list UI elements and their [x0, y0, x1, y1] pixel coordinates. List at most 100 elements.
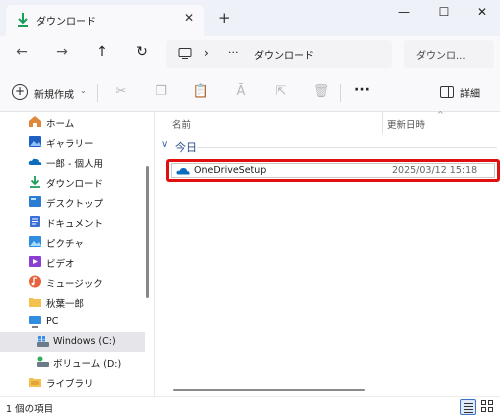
- sidebar-item-label: ボリューム (D:): [53, 359, 122, 370]
- sidebar-item-desktop[interactable]: デスクトップ: [0, 192, 145, 212]
- sidebar-item-label: ドキュメント: [46, 219, 104, 230]
- music-icon: [29, 275, 41, 288]
- address-bar[interactable]: › ··· ダウンロード: [166, 40, 392, 68]
- refresh-button[interactable]: ↻: [132, 44, 152, 64]
- minimize-button[interactable]: —: [392, 5, 416, 25]
- title-bar: ダウンロード ✕ + — ☐ ✕: [0, 0, 500, 36]
- file-row-highlight: OneDriveSetup 2025/03/12 15:18: [166, 159, 500, 182]
- file-modified-date: 2025/03/12 15:18: [392, 165, 478, 176]
- pc-icon: [178, 48, 192, 59]
- forward-button[interactable]: →: [52, 44, 72, 64]
- sidebar-item-label: ギャラリー: [46, 139, 94, 150]
- sidebar-item-home[interactable]: ホーム: [0, 112, 145, 132]
- details-view-button[interactable]: [460, 399, 476, 415]
- sidebar-item-drive-d[interactable]: ボリューム (D:): [0, 352, 145, 372]
- onedrive-icon: [176, 167, 190, 175]
- sidebar-item-documents[interactable]: ドキュメント: [0, 212, 145, 232]
- sidebar-item-label: ライブラリ: [46, 379, 94, 390]
- list-line: [464, 406, 473, 407]
- tile-box: [488, 400, 493, 405]
- sort-caret-icon: ^: [437, 110, 444, 119]
- sidebar-item-pictures[interactable]: ピクチャ: [0, 232, 145, 252]
- sidebar-item-label: 秋葉一郎: [46, 299, 85, 310]
- sidebar-item-downloads[interactable]: ダウンロード: [0, 172, 145, 192]
- details-pane-icon: [440, 86, 454, 98]
- group-divider: [197, 147, 497, 148]
- sidebar-item-label: ミュージック: [46, 279, 103, 290]
- navigation-bar: ← → ↑ ↻ › ··· ダウンロード ダウンロ...: [0, 36, 500, 72]
- download-icon: [30, 176, 40, 188]
- breadcrumb-more-button[interactable]: ···: [228, 46, 239, 59]
- sidebar-item-music[interactable]: ミュージック: [0, 272, 145, 292]
- breadcrumb-current[interactable]: ダウンロード: [254, 47, 314, 62]
- back-button[interactable]: ←: [12, 44, 32, 64]
- more-options-button[interactable]: ···: [354, 82, 370, 98]
- toolbar-divider: [340, 84, 341, 102]
- list-line: [464, 409, 473, 410]
- paste-icon[interactable]: 📋: [192, 84, 210, 102]
- home-icon: [29, 116, 41, 127]
- horizontal-scrollbar[interactable]: [173, 389, 365, 391]
- rename-icon[interactable]: Ā: [232, 84, 250, 102]
- documents-icon: [30, 216, 40, 227]
- sidebar-scrollbar[interactable]: [146, 112, 149, 396]
- videos-icon: [29, 256, 41, 267]
- tile-box: [481, 407, 486, 412]
- delete-icon[interactable]: 🗑: [312, 84, 330, 102]
- pictures-icon: [29, 236, 41, 247]
- file-name: OneDriveSetup: [194, 165, 267, 176]
- sidebar-item-videos[interactable]: ビデオ: [0, 252, 145, 272]
- pc-icon: [29, 316, 41, 328]
- sidebar-item-pc[interactable]: PC: [0, 312, 145, 332]
- sidebar-item-label: ピクチャ: [46, 239, 84, 250]
- list-line: [464, 403, 473, 404]
- column-header-name[interactable]: 名前: [172, 117, 191, 131]
- sidebar-item-user-folder[interactable]: 秋葉一郎: [0, 292, 145, 312]
- plus-icon: +: [12, 84, 28, 100]
- details-label: 詳細: [460, 89, 480, 100]
- column-header-modified[interactable]: 更新日時: [387, 117, 425, 131]
- tab-title: ダウンロード: [36, 17, 96, 28]
- toolbar-divider: [97, 84, 98, 102]
- up-button[interactable]: ↑: [92, 44, 112, 64]
- tile-box: [488, 407, 493, 412]
- search-box[interactable]: ダウンロ...: [404, 40, 494, 68]
- sidebar-scrollbar-thumb[interactable]: [146, 166, 149, 298]
- sidebar-item-label: ビデオ: [46, 259, 75, 270]
- list-line: [464, 412, 473, 413]
- sidebar-item-label: 一郎 - 個人用: [46, 159, 103, 170]
- sidebar-item-label: デスクトップ: [46, 199, 104, 210]
- search-input[interactable]: ダウンロ...: [416, 47, 466, 62]
- new-tab-button[interactable]: +: [218, 9, 231, 27]
- tile-box: [481, 400, 486, 405]
- tiles-view-button[interactable]: [481, 400, 495, 414]
- gallery-icon: [29, 136, 41, 147]
- navigation-pane: ホーム ギャラリー 一郎 - 個人用 ダウンロード デスクトップ ドキュメント …: [0, 112, 150, 396]
- file-row[interactable]: OneDriveSetup 2025/03/12 15:18: [171, 163, 495, 178]
- tab-downloads[interactable]: ダウンロード ✕: [6, 5, 204, 36]
- folder-icon: [29, 298, 41, 307]
- drive-c-icon: [37, 336, 49, 347]
- maximize-button[interactable]: ☐: [432, 5, 456, 25]
- copy-icon[interactable]: ❐: [152, 84, 170, 102]
- group-collapse-icon[interactable]: ∨: [161, 139, 168, 150]
- new-button-label: 新規作成: [34, 90, 74, 101]
- sidebar-item-label: ホーム: [46, 119, 75, 130]
- column-divider[interactable]: [382, 112, 383, 134]
- sidebar-item-drive-c[interactable]: Windows (C:): [0, 332, 145, 352]
- library-icon: [29, 378, 41, 387]
- tab-close-icon[interactable]: ✕: [184, 11, 194, 25]
- sidebar-item-onedrive[interactable]: 一郎 - 個人用: [0, 152, 145, 172]
- close-button[interactable]: ✕: [470, 5, 494, 25]
- breadcrumb-separator: ›: [204, 46, 209, 60]
- status-bar: 1 個の項目: [0, 396, 500, 416]
- download-icon: [18, 13, 28, 27]
- file-list-pane: 名前 更新日時 ^ ∨ 今日 OneDriveSetup 2025/03/12 …: [154, 110, 500, 396]
- sidebar-item-gallery[interactable]: ギャラリー: [0, 132, 145, 152]
- drive-d-icon: [37, 356, 49, 367]
- group-header-today[interactable]: 今日: [175, 139, 197, 155]
- cut-icon[interactable]: ✂: [112, 84, 130, 102]
- sidebar-item-label: PC: [46, 316, 59, 327]
- share-icon[interactable]: ⇱: [272, 84, 290, 102]
- sidebar-item-library[interactable]: ライブラリ: [0, 372, 145, 392]
